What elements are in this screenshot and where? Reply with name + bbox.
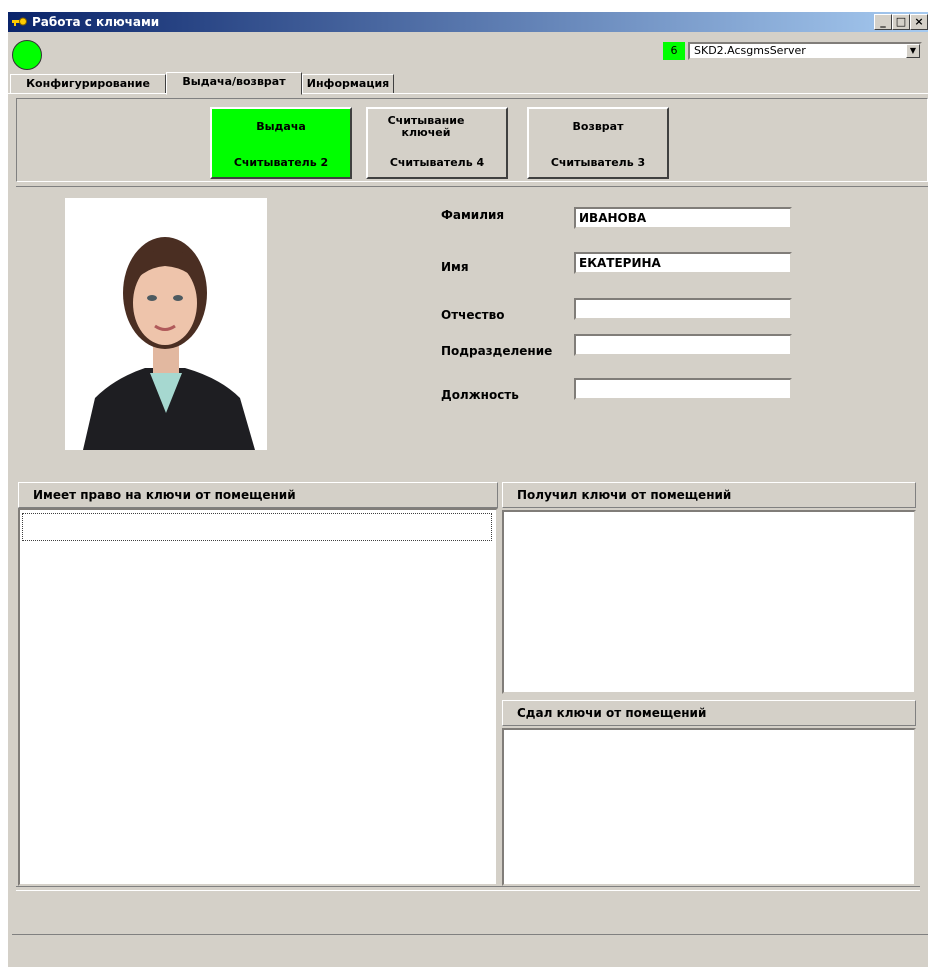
name-label: Имя	[441, 260, 469, 274]
rights-list[interactable]	[18, 508, 498, 886]
position-field[interactable]	[574, 378, 792, 400]
chevron-down-icon[interactable]: ▼	[906, 44, 920, 58]
title-bar[interactable]: Работа с ключами _ □ ×	[8, 12, 928, 32]
surname-label: Фамилия	[441, 208, 505, 222]
connection-status-indicator	[12, 40, 42, 70]
reader-mode-label: Возврат	[572, 120, 624, 133]
bottom-divider	[16, 886, 920, 891]
name-field[interactable]: ЕКАТЕРИНА	[574, 252, 792, 274]
server-select[interactable]: SKD2.AcsgmsServer ▼	[688, 42, 922, 60]
issue-reader-button[interactable]: Выдача Считыватель 2	[210, 107, 352, 179]
reader-panel: Выдача Считыватель 2 Считывание ключей С…	[16, 98, 928, 182]
maximize-button[interactable]: □	[892, 14, 910, 30]
person-photo	[65, 198, 267, 450]
main-window: Работа с ключами _ □ × 6 SKD2.AcsgmsServ…	[8, 12, 928, 967]
returned-keys-list[interactable]	[502, 728, 916, 886]
close-button[interactable]: ×	[910, 14, 928, 30]
received-panel-header: Получил ключи от помещений	[502, 482, 916, 508]
tab-issue-return[interactable]: Выдача/возврат	[166, 72, 302, 95]
server-count-badge: 6	[663, 42, 685, 60]
tab-information[interactable]: Информация	[302, 74, 394, 94]
tab-divider	[8, 93, 928, 94]
reader-number-label: Считыватель 2	[233, 156, 329, 169]
returned-panel-header: Сдал ключи от помещений	[502, 700, 916, 726]
department-field[interactable]	[574, 334, 792, 356]
server-select-value: SKD2.AcsgmsServer	[694, 44, 806, 57]
position-label: Должность	[441, 388, 519, 402]
patronymic-field[interactable]	[574, 298, 792, 320]
window-title: Работа с ключами	[32, 15, 160, 29]
tab-configuration[interactable]: Конфигурирование	[10, 74, 166, 94]
received-keys-list[interactable]	[502, 510, 916, 694]
rights-panel-header: Имеет право на ключи от помещений	[18, 482, 498, 508]
surname-field[interactable]: ИВАНОВА	[574, 207, 792, 229]
return-reader-button[interactable]: Возврат Считыватель 3	[527, 107, 669, 179]
minimize-button[interactable]: _	[874, 14, 892, 30]
list-item[interactable]	[22, 513, 492, 541]
reader-mode-label: Выдача	[256, 120, 306, 133]
status-bar	[12, 934, 928, 967]
reader-number-label: Считыватель 4	[389, 156, 485, 169]
patronymic-label: Отчество	[441, 308, 505, 322]
reader-number-label: Считыватель 3	[550, 156, 646, 169]
key-icon	[12, 17, 27, 26]
read-keys-reader-button[interactable]: Считывание ключей Считыватель 4	[366, 107, 508, 179]
reader-mode-label: Считывание ключей	[387, 114, 465, 139]
department-label: Подразделение	[441, 344, 553, 358]
portrait-image	[65, 198, 267, 450]
